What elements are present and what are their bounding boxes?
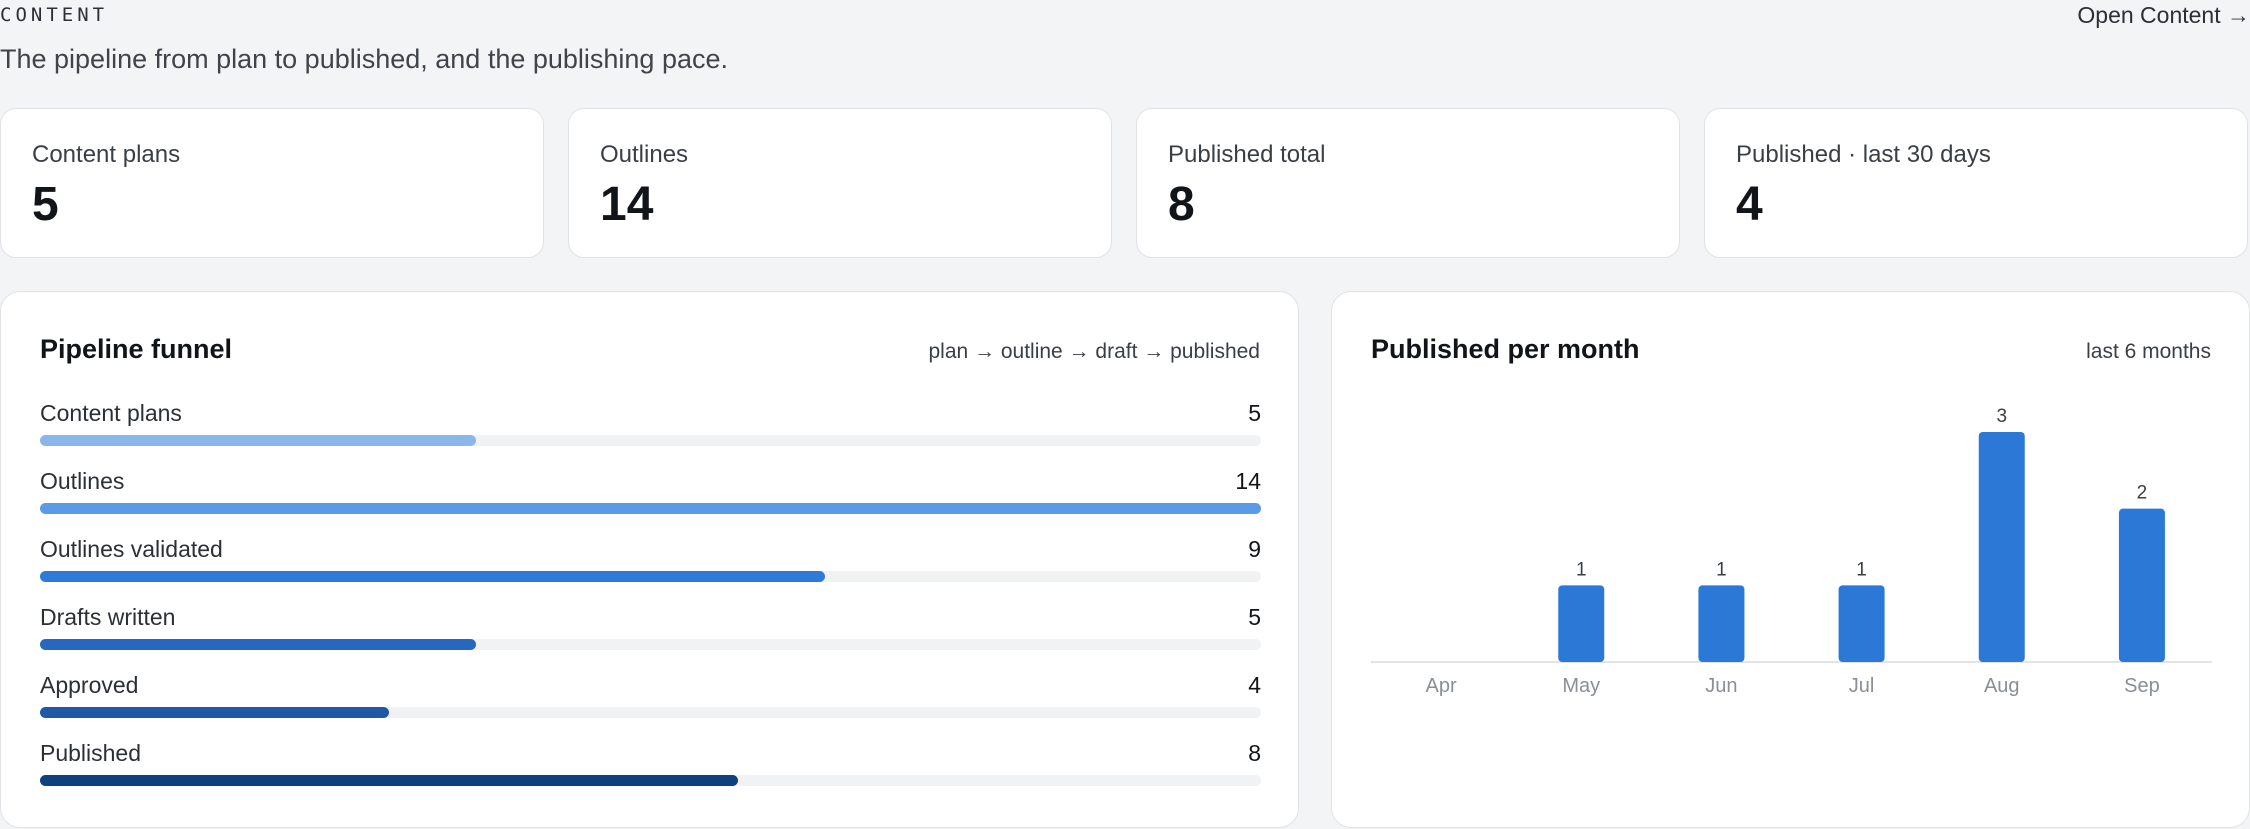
panel-title: Published per month xyxy=(1371,334,1640,364)
stat-value: 4 xyxy=(1736,178,1763,231)
stat-card-published-last-30-days: Published · last 30 days 4 xyxy=(1704,108,2248,258)
funnel-fill xyxy=(40,503,1261,514)
stat-label: Published · last 30 days xyxy=(1736,141,1991,168)
x-tick-label: Aug xyxy=(1984,675,2020,697)
funnel-row-outlines-validated: Outlines validated 9 xyxy=(40,536,1261,584)
bar-value-label: 1 xyxy=(1576,559,1587,580)
funnel-row-approved: Approved 4 xyxy=(40,672,1261,720)
published-per-month-chart: Apr 1 May 1 Jun 1 Jul 3 Aug 2 Sep xyxy=(1371,406,2212,697)
bar-value-label: 1 xyxy=(1856,559,1867,580)
stat-value: 14 xyxy=(600,178,654,231)
bar-may xyxy=(1558,585,1605,662)
funnel-row-drafts-written: Drafts written 5 xyxy=(40,604,1261,652)
funnel-fill xyxy=(40,707,389,718)
funnel-count: 8 xyxy=(1248,740,1261,766)
content-section-header: CONTENT The pipeline from plan to publis… xyxy=(0,0,2250,80)
stat-card-published-total: Published total 8 xyxy=(1136,108,1680,258)
x-tick-label: May xyxy=(1562,675,1600,697)
x-tick-label: Apr xyxy=(1426,675,1457,697)
funnel-row-published: Published 8 xyxy=(40,740,1261,788)
section-subtitle: The pipeline from plan to published, and… xyxy=(0,44,728,74)
bar-value-label: 1 xyxy=(1716,559,1727,580)
funnel-fill xyxy=(40,435,477,446)
published-per-month-panel: Apr 1 May 1 Jun 1 Jul 3 Aug 2 Sep Published per mo… xyxy=(1331,291,2250,828)
funnel-fill xyxy=(40,639,477,650)
panel-title: Pipeline funnel xyxy=(40,334,233,364)
stat-value: 5 xyxy=(32,178,59,231)
stat-label: Content plans xyxy=(32,141,181,168)
bar-jun xyxy=(1698,585,1745,662)
funnel-count: 4 xyxy=(1248,672,1261,698)
funnel-row-content-plans: Content plans 5 xyxy=(40,400,1261,448)
funnel-label: Approved xyxy=(40,672,139,698)
funnel-track xyxy=(40,571,1261,582)
funnel-track xyxy=(40,503,1261,514)
funnel-label: Outlines validated xyxy=(40,536,223,562)
stat-card-outlines: Outlines 14 xyxy=(568,108,1112,258)
funnel-track xyxy=(40,435,1261,446)
funnel-count: 5 xyxy=(1248,400,1261,426)
funnel-label: Content plans xyxy=(40,400,182,426)
funnel-track xyxy=(40,707,1261,718)
funnel-track xyxy=(40,639,1261,650)
bar-jul xyxy=(1838,585,1885,662)
bar-value-label: 2 xyxy=(2137,483,2148,504)
funnel-row-outlines: Outlines 14 xyxy=(40,468,1261,516)
funnel-track xyxy=(40,775,1261,786)
funnel-count: 5 xyxy=(1248,604,1261,630)
funnel-label: Outlines xyxy=(40,468,125,494)
open-content-link[interactable]: Open Content → xyxy=(2077,2,2250,29)
bar-value-label: 3 xyxy=(1996,406,2007,427)
x-tick-label: Jul xyxy=(1849,675,1875,697)
funnel-label: Drafts written xyxy=(40,604,176,630)
bar-sep xyxy=(2118,508,2165,662)
section-eyebrow: CONTENT xyxy=(0,4,109,26)
funnel-count: 14 xyxy=(1235,468,1261,494)
funnel-fill xyxy=(40,775,738,786)
x-tick-label: Jun xyxy=(1705,675,1737,697)
x-tick-label: Sep xyxy=(2124,675,2160,697)
stat-value: 8 xyxy=(1168,178,1195,231)
pipeline-funnel-panel: Pipeline funnel plan → outline → draft →… xyxy=(0,291,1299,828)
funnel-count: 9 xyxy=(1248,536,1261,562)
stat-cards-row: Content plans 5 Outlines 14 Published to… xyxy=(0,108,2250,260)
stat-label: Outlines xyxy=(600,141,689,168)
stat-label: Published total xyxy=(1168,141,1326,168)
funnel-fill xyxy=(40,571,825,582)
panel-note: last 6 months xyxy=(2086,340,2211,363)
funnel-label: Published xyxy=(40,740,142,766)
bar-aug xyxy=(1978,432,2025,662)
panel-note: plan → outline → draft → published xyxy=(928,340,1260,363)
stat-card-content-plans: Content plans 5 xyxy=(0,108,544,258)
